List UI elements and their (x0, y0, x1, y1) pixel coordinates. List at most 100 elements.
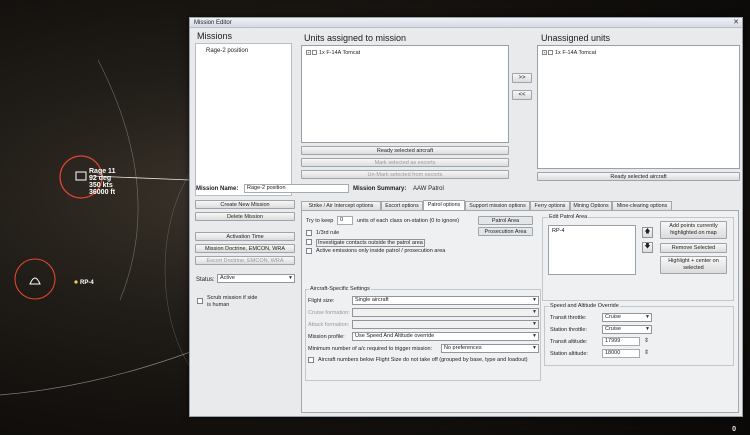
window-titlebar[interactable]: Mission Editor ✕ (190, 18, 742, 28)
missions-list[interactable]: Rage-2 position (195, 43, 292, 196)
tab-patrol[interactable]: Patrol options (423, 200, 465, 210)
transit-altitude-spinner-icon[interactable]: ⇕ (644, 337, 649, 344)
dropdown-arrow-icon: ▼ (532, 309, 537, 315)
move-up-icon[interactable]: 🡅 (642, 227, 653, 238)
mission-name-input[interactable]: Rage-2 position (244, 184, 349, 193)
scrub-mission-checkbox[interactable] (197, 298, 203, 304)
station-altitude-label: Station altitude: (550, 351, 588, 357)
active-emissions-label: Active emissions only inside patrol / pr… (316, 248, 446, 254)
ready-selected-aircraft-button[interactable]: Ready selected aircraft (301, 146, 509, 155)
mission-profile-select[interactable]: Use Speed And Altitude override ▼ (352, 332, 539, 341)
delete-mission-button[interactable]: Delete Mission (195, 212, 295, 221)
transit-throttle-select[interactable]: Cruise ▼ (602, 313, 652, 322)
unassigned-unit-item[interactable]: +1x F-14A Tomcat (542, 50, 596, 56)
transit-altitude-input[interactable]: 17999 (602, 337, 640, 346)
assign-left-button[interactable]: << (512, 90, 532, 100)
close-icon[interactable]: ✕ (733, 18, 739, 28)
add-points-button[interactable]: Add points currently highlighted on map (660, 221, 727, 239)
assign-right-button[interactable]: >> (512, 73, 532, 83)
below-flight-size-checkbox[interactable] (308, 357, 314, 363)
investigate-label: Investigate contacts outside the patrol … (316, 239, 425, 247)
reference-point-label: RP-4 (80, 280, 94, 286)
min-number-label: Minimum number of a/c required to trigge… (308, 346, 433, 352)
station-altitude-spinner-icon[interactable]: ⇕ (644, 349, 649, 356)
missions-header: Missions (197, 31, 233, 41)
mission-summary-value: AAW Patrol (413, 186, 444, 192)
tab-mining[interactable]: Mining Options (570, 201, 612, 210)
unit-checkbox[interactable] (312, 50, 317, 56)
try-keep-input[interactable]: 0 (337, 216, 353, 225)
unassigned-units-list[interactable]: +1x F-14A Tomcat (537, 45, 740, 169)
mission-editor-window: Mission Editor ✕ Missions Rage-2 positio… (189, 17, 743, 417)
aircraft-settings-title: Aircraft-Specific Settings (309, 286, 371, 292)
status-label: Status: (196, 277, 215, 283)
dropdown-arrow-icon: ▼ (645, 326, 650, 332)
tab-mine-clearing[interactable]: Mine-clearing options (612, 201, 672, 210)
assigned-units-list[interactable]: +1x F-14A Tomcat (301, 45, 509, 143)
cruise-formation-label: Cruise formation: (308, 310, 350, 316)
try-keep-suffix: units of each class on-station (0 to ign… (357, 218, 460, 224)
mission-summary-label: Mission Summary: (353, 186, 407, 192)
transit-throttle-label: Transit throttle: (550, 315, 587, 321)
create-new-mission-button[interactable]: Create New Mission (195, 200, 295, 209)
active-emissions-checkbox[interactable] (306, 248, 312, 254)
mark-escorts-button[interactable]: Mark selected as escorts (301, 158, 509, 167)
prosecution-area-button[interactable]: Prosecution Area (478, 227, 533, 236)
transit-altitude-label: Transit altitude: (550, 339, 588, 345)
move-down-icon[interactable]: 🡇 (642, 242, 653, 253)
flight-size-label: Flight size: (308, 298, 335, 304)
status-select[interactable]: Active ▼ (217, 274, 295, 283)
window-title: Mission Editor (194, 20, 232, 26)
attack-formation-label: Attack formation: (308, 322, 350, 328)
dropdown-arrow-icon: ▼ (532, 333, 537, 339)
station-altitude-input[interactable]: 18000 (602, 349, 640, 358)
scrub-mission-label: Scrub mission if side is human (207, 295, 258, 308)
station-throttle-label: Station throttle: (550, 327, 587, 333)
patrol-point-item[interactable]: RP-4 (552, 228, 565, 234)
dropdown-arrow-icon: ▼ (532, 321, 537, 327)
rp-marker-icon (74, 280, 78, 284)
expand-icon[interactable]: + (306, 50, 311, 56)
unassigned-units-header: Unassigned units (541, 33, 611, 43)
min-number-select[interactable]: No preferences ▼ (441, 344, 539, 353)
unit-checkbox[interactable] (548, 50, 553, 56)
mission-name-label: Mission Name: (196, 186, 239, 192)
third-rule-label: 1/3rd rule (316, 230, 340, 236)
expand-icon[interactable]: + (542, 50, 547, 56)
unmark-escorts-button[interactable]: Un-Mark selected from escorts (301, 170, 509, 179)
cruise-formation-select[interactable]: ▼ (352, 308, 539, 317)
tab-ferry[interactable]: Ferry options (530, 201, 570, 210)
flight-size-select[interactable]: Single aircraft ▼ (352, 296, 539, 305)
try-keep-label: Try to keep (306, 218, 334, 224)
patrol-area-points-list[interactable]: RP-4 (548, 225, 636, 275)
speed-altitude-title: Speed and Altitude Override (549, 303, 620, 309)
unit-label: Rage 11 92 deg 350 kts 36000 ft (89, 168, 116, 196)
patrol-area-button[interactable]: Patrol Area (478, 216, 533, 225)
investigate-checkbox[interactable] (306, 239, 312, 245)
patrol-options-panel: Try to keep 0 units of each class on-sta… (301, 210, 739, 413)
ready-unassigned-aircraft-button[interactable]: Ready selected aircraft (537, 172, 740, 181)
tab-escort[interactable]: Escort options (381, 201, 423, 210)
mission-profile-label: Mission profile: (308, 334, 345, 340)
activation-time-button[interactable]: Activation Time (195, 232, 295, 241)
mission-list-item[interactable]: Rage-2 position (206, 48, 248, 54)
attack-formation-select[interactable]: ▼ (352, 320, 539, 329)
station-throttle-select[interactable]: Cruise ▼ (602, 325, 652, 334)
assigned-unit-item[interactable]: +1x F-14A Tomcat (306, 50, 360, 56)
reference-point-icon (29, 277, 41, 285)
escort-doctrine-button[interactable]: Escort Doctrine, EMCON, WRA (195, 256, 295, 265)
highlight-center-button[interactable]: Highlight + center on selected (660, 256, 727, 274)
tab-strike-intercept[interactable]: Strike / Air Intercept options (301, 201, 381, 210)
dropdown-arrow-icon: ▼ (288, 275, 293, 281)
dropdown-arrow-icon: ▼ (532, 297, 537, 303)
aircraft-icon (75, 171, 87, 181)
dropdown-arrow-icon: ▼ (645, 314, 650, 320)
tab-support-mission[interactable]: Support mission options (465, 201, 530, 210)
mission-doctrine-button[interactable]: Mission Doctrine, EMCON, WRA (195, 244, 295, 253)
corner-counter: 0 (732, 426, 736, 433)
remove-selected-button[interactable]: Remove Selected (660, 243, 727, 253)
waypoint-range-ring (14, 258, 56, 300)
dropdown-arrow-icon: ▼ (532, 345, 537, 351)
third-rule-checkbox[interactable] (306, 230, 312, 236)
below-flight-size-label: Aircraft numbers below Flight Size do no… (318, 357, 528, 363)
